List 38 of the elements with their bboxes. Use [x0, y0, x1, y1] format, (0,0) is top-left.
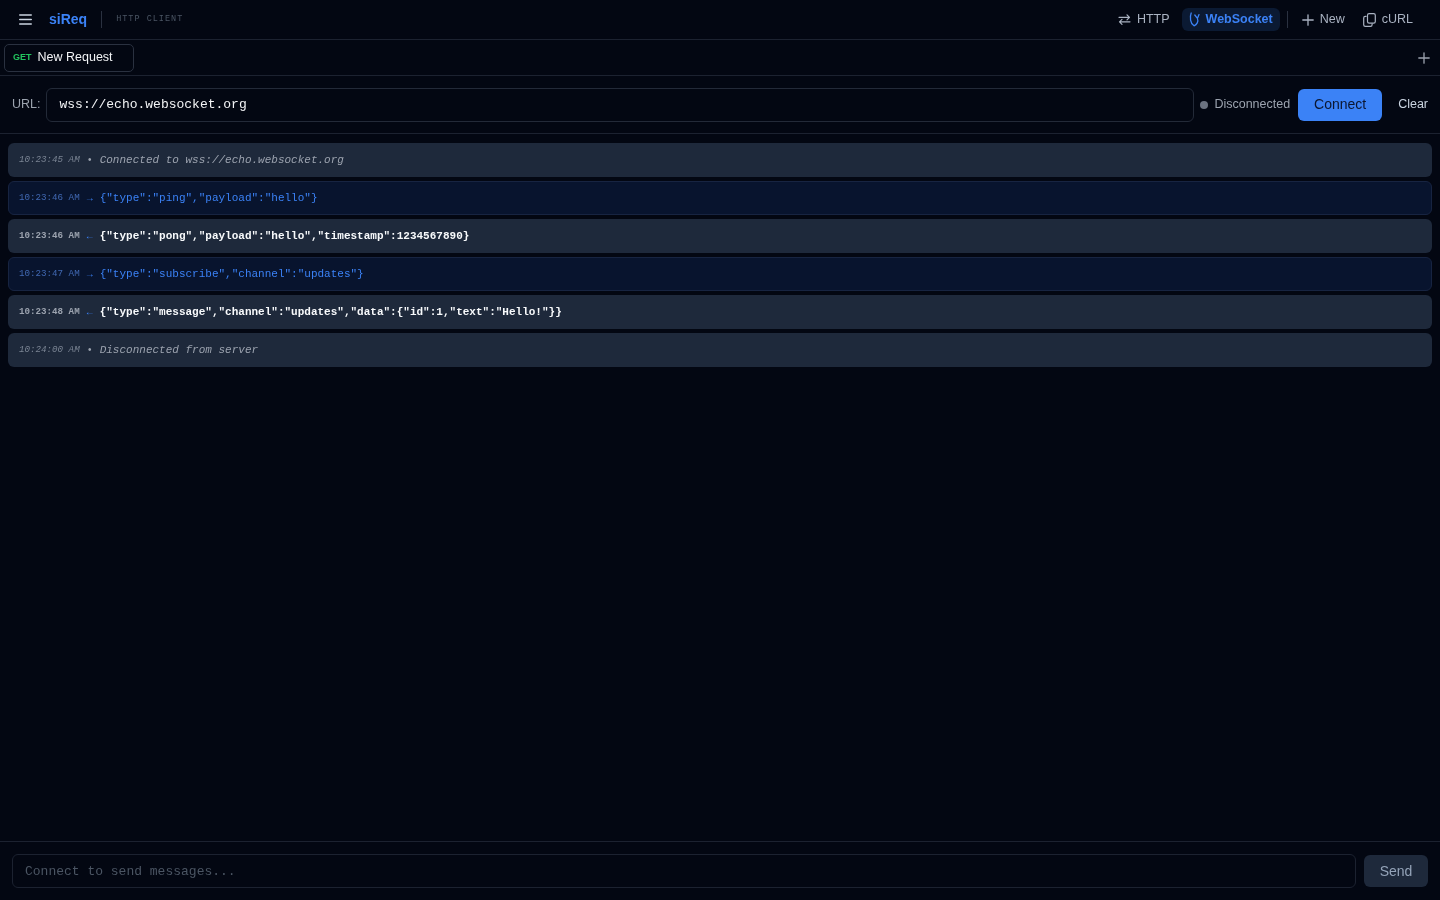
arrows-icon [1117, 14, 1131, 25]
curl-button[interactable]: cURL [1355, 8, 1420, 31]
message-text: Connected to wss://echo.websocket.org [99, 152, 344, 168]
clear-button[interactable]: Clear [1382, 95, 1428, 114]
message-time: 10:23:45 AM [19, 153, 80, 167]
request-tab[interactable]: GET New Request [4, 43, 134, 72]
message-text: {"type":"pong","payload":"hello","timestamp":1234567890} [99, 228, 470, 244]
mode-tab[interactable]: HTTP [1110, 8, 1177, 31]
message-time: 10:23:46 AM [19, 191, 80, 205]
message-time: 10:23:48 AM [19, 305, 80, 319]
menu-icon [19, 14, 32, 25]
menu-button[interactable] [19, 14, 32, 25]
connection-status: Disconnected [1214, 96, 1291, 114]
curve-icon [1188, 12, 1200, 27]
copy-icon [1362, 12, 1376, 27]
direction-marker: → [86, 267, 93, 282]
message-time: 10:24:00 AM [19, 343, 80, 357]
message-text: {"type":"subscribe","channel":"updates"} [99, 266, 364, 282]
app-logo-text: siReq [49, 10, 88, 29]
mode-tab[interactable]: WebSocket [1181, 8, 1280, 31]
connect-button[interactable]: Connect [1298, 88, 1383, 121]
message-time: 10:23:46 AM [19, 229, 80, 243]
plus-icon [1418, 51, 1430, 64]
url-field[interactable]: wss://echo.websocket.org [46, 87, 1195, 122]
new-button[interactable]: New [1294, 8, 1352, 31]
direction-marker: → [86, 191, 93, 206]
url-label: URL: [12, 96, 41, 114]
direction-marker: ← [86, 305, 93, 320]
direction-marker: • [86, 343, 93, 358]
app-subtitle: HTTP CLIENT [116, 13, 184, 26]
message-text: {"type":"ping","payload":"hello"} [99, 190, 318, 206]
message-text: Disconnected from server [99, 342, 259, 358]
direction-marker: ← [86, 229, 93, 244]
message-text: {"type":"message","channel":"updates","data":{"id":1,"text":"Hello!"}} [99, 304, 562, 320]
add-tab-button[interactable] [1418, 51, 1430, 64]
plus-icon [1301, 13, 1314, 26]
direction-marker: • [86, 153, 93, 168]
message-time: 10:23:47 AM [19, 267, 80, 281]
